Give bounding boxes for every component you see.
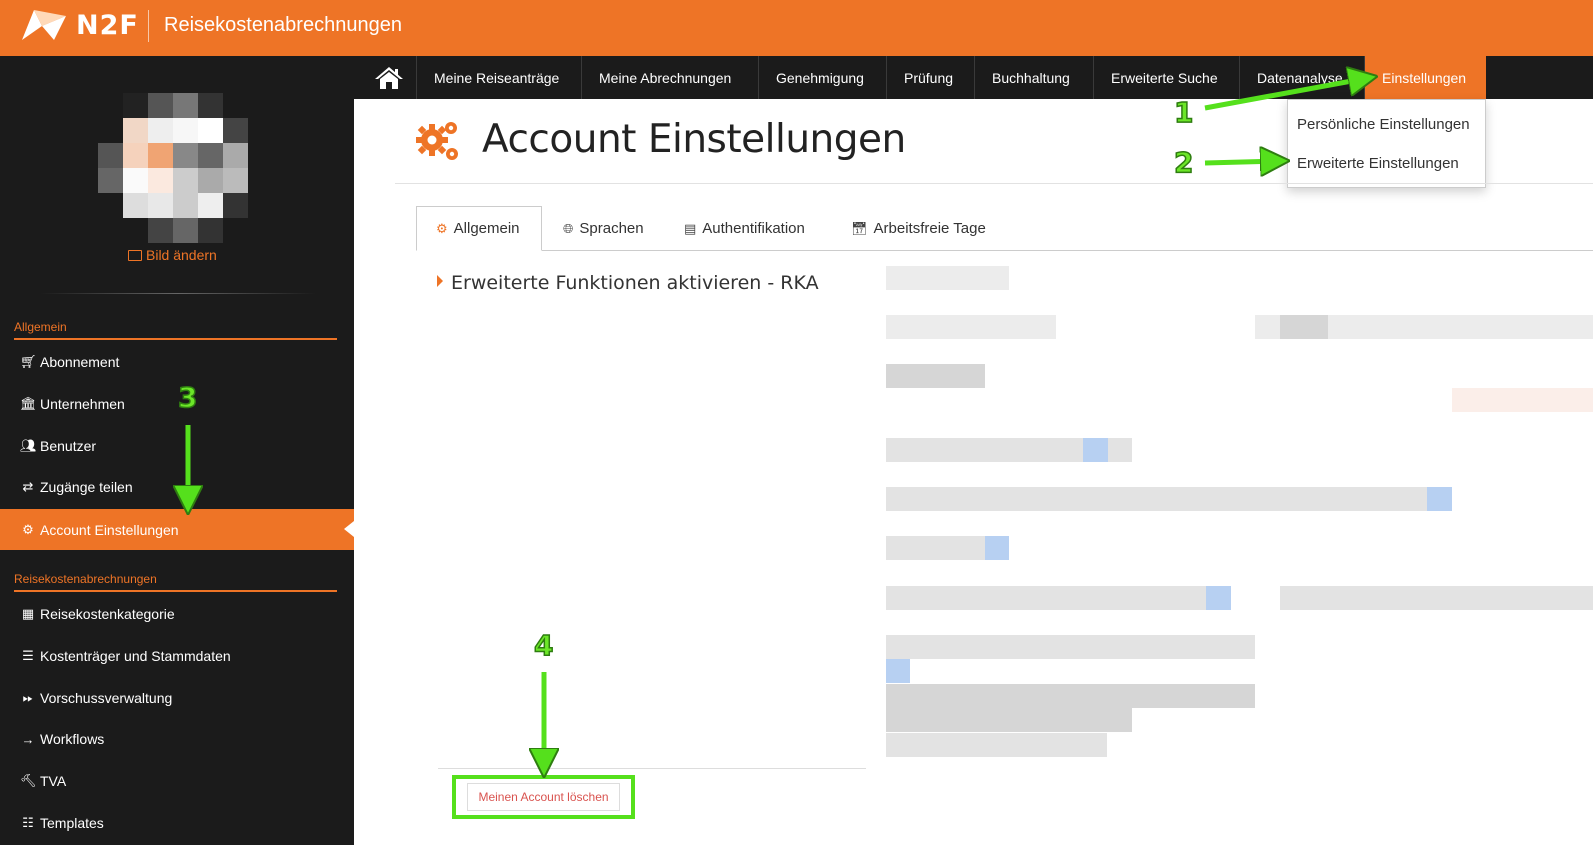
- sidebar-item-vorschussverwaltung[interactable]: ⏩︎ Vorschussverwaltung: [0, 678, 354, 718]
- tab-allgemein[interactable]: ⚙ Allgemein: [416, 206, 542, 251]
- sidebar-item-label: Kostenträger und Stammdaten: [40, 648, 231, 664]
- sidebar-item-templates[interactable]: ☷ Templates: [0, 803, 354, 843]
- gear-icon: ⚙: [436, 220, 448, 236]
- app-title: Reisekostenabrechnungen: [164, 14, 402, 36]
- sidebar-item-benutzer[interactable]: 👥︎ Benutzer: [0, 426, 354, 466]
- sidebar-section-line: [14, 338, 337, 340]
- sidebar-item-label: Zugänge teilen: [40, 479, 133, 495]
- section-title-label: Erweiterte Funktionen aktivieren - RKA: [451, 272, 819, 294]
- sidebar-item-account-einstellungen[interactable]: ⚙ Account Einstellungen: [0, 509, 354, 550]
- section-title[interactable]: Erweiterte Funktionen aktivieren - RKA: [437, 272, 819, 294]
- nav-pruefung[interactable]: Prüfung: [886, 56, 970, 99]
- dropdown-item-erweiterte-einstellungen[interactable]: Erweiterte Einstellungen: [1297, 155, 1459, 172]
- gavel-icon: 🔨︎: [20, 773, 37, 788]
- calendar-icon: 📅︎: [851, 220, 868, 236]
- grid-icon: ▦: [21, 606, 35, 621]
- active-indicator: [344, 521, 354, 537]
- sidebar-section-general: Allgemein: [14, 320, 67, 334]
- header-divider: [395, 183, 1593, 184]
- sidebar-section-travel: Reisekostenabrechnungen: [14, 572, 157, 586]
- nav-datenanalyse[interactable]: Datenanalyse: [1239, 56, 1360, 99]
- tab-label: Allgemein: [453, 220, 520, 237]
- tab-authentifikation[interactable]: ▤ Authentifikation: [684, 206, 805, 251]
- image-icon: [128, 250, 142, 261]
- nav-meine-abrechnungen[interactable]: Meine Abrechnungen: [581, 56, 748, 99]
- arrow-right-icon: →: [21, 731, 35, 747]
- delete-account-button[interactable]: Meinen Account löschen: [467, 783, 620, 811]
- tab-label: Arbeitsfreie Tage: [873, 220, 986, 237]
- settings-dropdown-menu: Persönliche Einstellungen Erweiterte Ein…: [1287, 99, 1486, 188]
- change-picture-label: Bild ändern: [146, 247, 217, 263]
- sidebar-item-label: Reisekostenkategorie: [40, 606, 175, 622]
- annotation-2: 2: [1173, 145, 1194, 180]
- sidebar-item-unternehmen[interactable]: 🏛︎ Unternehmen: [0, 384, 354, 424]
- annotation-3: 3: [177, 380, 198, 415]
- sidebar-item-label: Account Einstellungen: [40, 521, 179, 538]
- n2f-logo-icon[interactable]: [20, 6, 68, 44]
- sidebar-item-label: TVA: [40, 773, 67, 789]
- fast-forward-icon: ⏩︎: [22, 690, 34, 705]
- sidebar-section-line: [14, 590, 337, 592]
- home-icon[interactable]: [374, 66, 404, 90]
- tab-sprachen[interactable]: 🌐︎ Sprachen: [563, 206, 644, 251]
- sidebar-item-workflows[interactable]: → Workflows: [0, 719, 354, 759]
- main-navbar: Meine Reiseanträge Meine Abrechnungen Ge…: [354, 56, 1593, 99]
- sidebar-item-kostentraeger[interactable]: ☰ Kostenträger und Stammdaten: [0, 636, 354, 676]
- id-card-icon: ▤: [684, 220, 697, 236]
- users-icon: 👥︎: [20, 438, 37, 453]
- globe-icon: 🌐︎: [563, 220, 574, 236]
- gears-icon: [416, 122, 458, 160]
- bank-icon: 🏛︎: [20, 396, 37, 411]
- tab-label: Sprachen: [579, 220, 644, 237]
- sidebar-item-abonnement[interactable]: 🛒︎ Abonnement: [0, 342, 354, 382]
- sidebar-item-label: Unternehmen: [40, 396, 125, 412]
- nav-genehmigung[interactable]: Genehmigung: [758, 56, 881, 99]
- brand-divider: [148, 10, 149, 42]
- tab-arbeitsfreie-tage[interactable]: 📅︎ Arbeitsfreie Tage: [851, 206, 986, 251]
- annotation-1: 1: [1173, 95, 1194, 130]
- nav-meine-reiseantraege[interactable]: Meine Reiseanträge: [416, 56, 576, 99]
- sidebar-divider: [40, 293, 316, 294]
- sidebar-item-label: Benutzer: [40, 438, 97, 454]
- sidebar-item-tva[interactable]: 🔨︎ TVA: [0, 761, 354, 801]
- brand-name[interactable]: N2F: [76, 10, 139, 41]
- sidebar: Bild ändern Allgemein 🛒︎ Abonnement 🏛︎ Unt…: [0, 56, 354, 845]
- top-header-bar: N2F Reisekostenabrechnungen: [0, 0, 1593, 56]
- nav-buchhaltung[interactable]: Buchhaltung: [974, 56, 1087, 99]
- page-title: Account Einstellungen: [482, 117, 906, 162]
- change-picture-link[interactable]: Bild ändern: [128, 247, 217, 263]
- footer-divider: [438, 768, 866, 769]
- sidebar-item-label: Templates: [40, 815, 104, 831]
- delete-account-highlight: Meinen Account löschen: [452, 775, 635, 819]
- handshake-icon: ⇄: [22, 479, 34, 494]
- tab-label: Authentifikation: [702, 220, 805, 237]
- avatar: [98, 93, 248, 243]
- list-icon: ☷: [22, 815, 34, 830]
- sidebar-item-label: Abonnement: [40, 354, 120, 370]
- table-icon: ☰: [22, 648, 34, 663]
- nav-einstellungen[interactable]: Einstellungen: [1364, 56, 1486, 99]
- sidebar-item-zugaenge-teilen[interactable]: ⇄ Zugänge teilen: [0, 467, 354, 507]
- sidebar-item-label: Vorschussverwaltung: [40, 690, 173, 706]
- caret-right-icon: [437, 275, 443, 287]
- gears-icon: ⚙: [22, 521, 34, 537]
- annotation-4: 4: [533, 628, 554, 663]
- sidebar-item-reisekostenkategorie[interactable]: ▦ Reisekostenkategorie: [0, 594, 354, 634]
- nav-erweiterte-suche[interactable]: Erweiterte Suche: [1093, 56, 1235, 99]
- cart-icon: 🛒︎: [20, 354, 37, 369]
- sidebar-item-label: Workflows: [40, 731, 105, 747]
- dropdown-item-persoenliche-einstellungen[interactable]: Persönliche Einstellungen: [1297, 116, 1470, 133]
